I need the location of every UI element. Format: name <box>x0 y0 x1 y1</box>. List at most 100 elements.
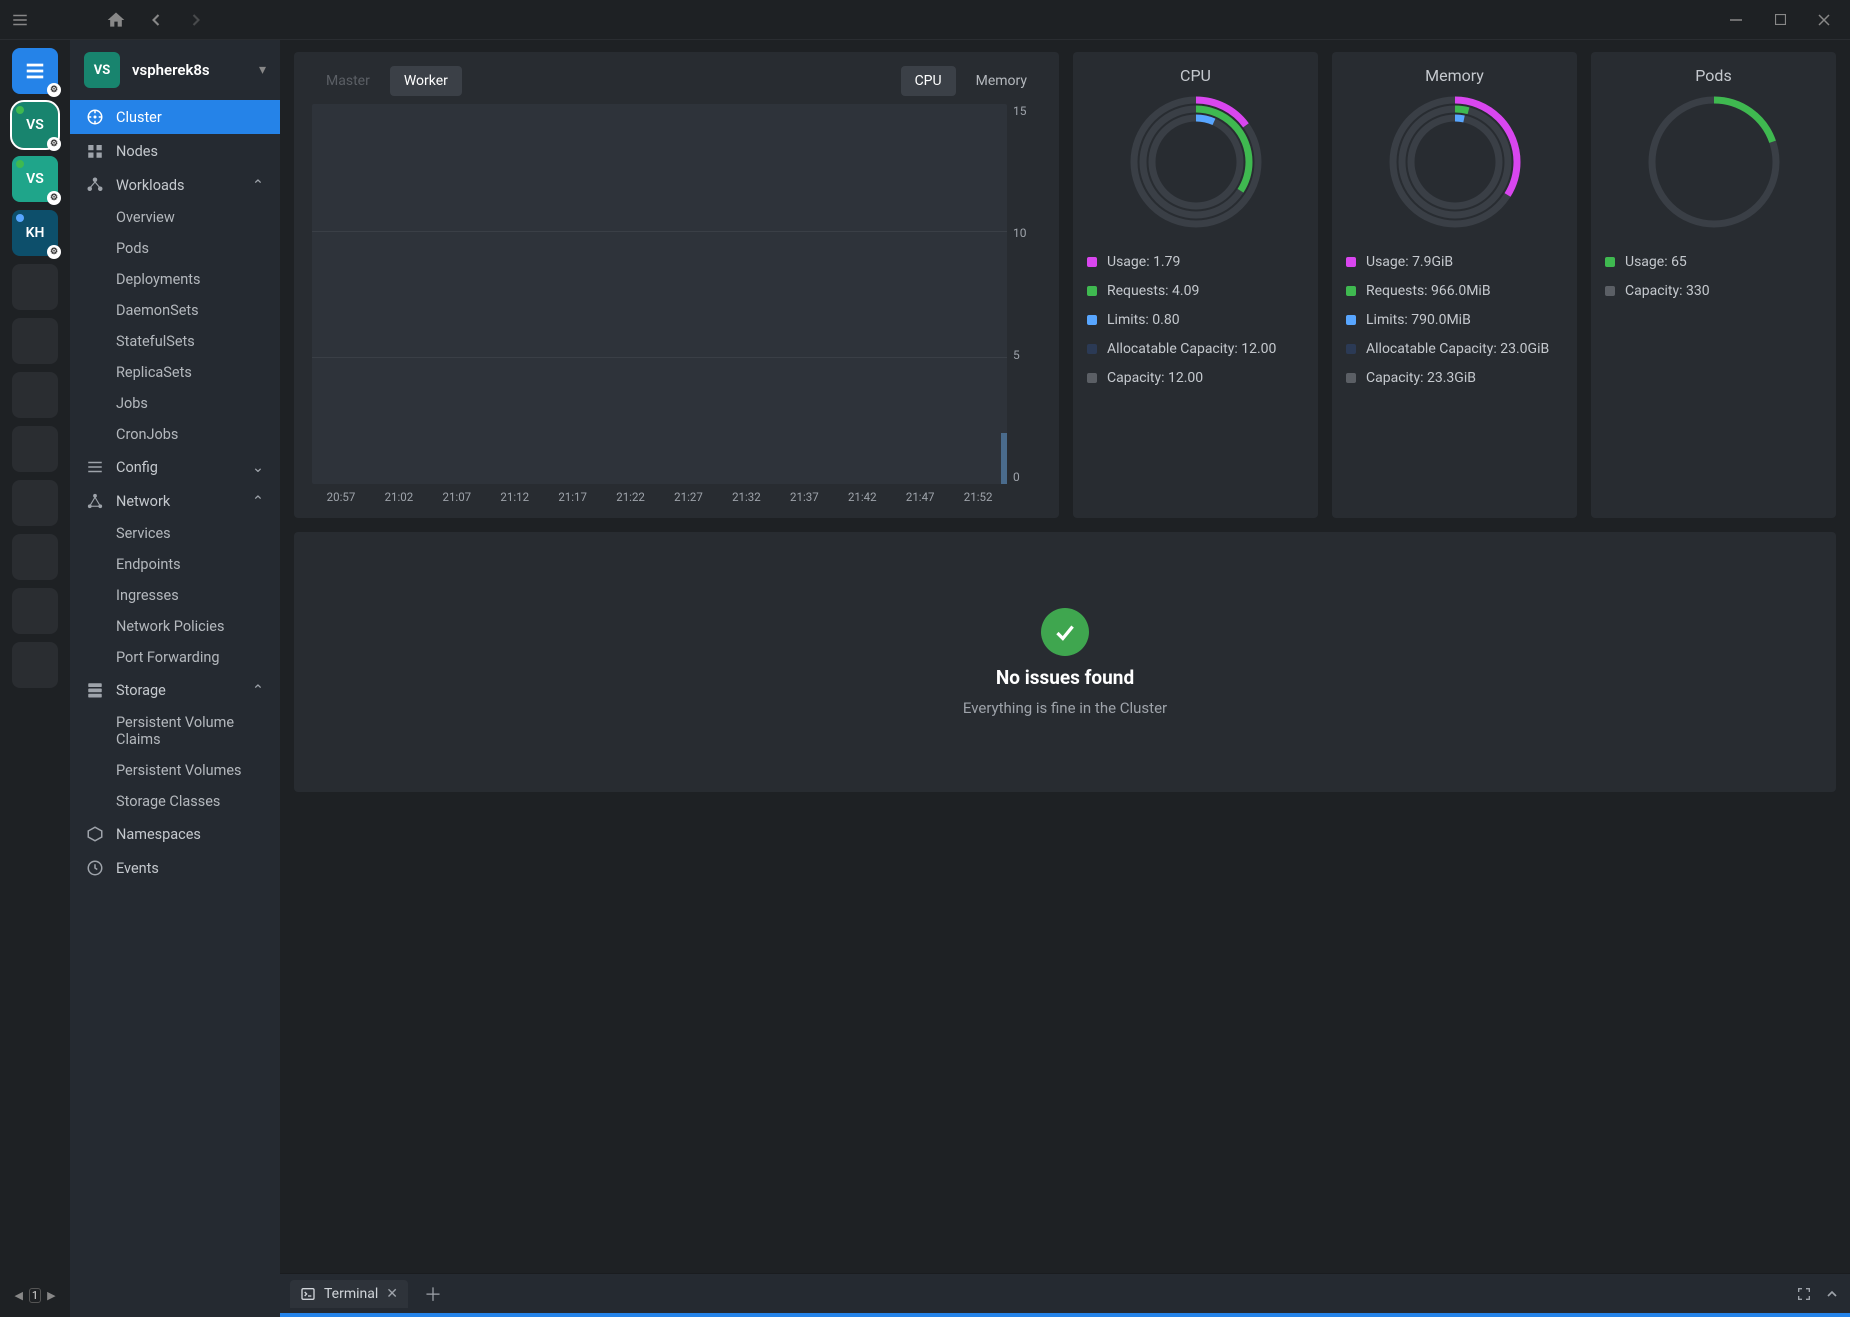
nav-nodes[interactable]: Nodes <box>70 134 280 168</box>
minimize-button[interactable] <box>1718 6 1754 34</box>
nav-events[interactable]: Events <box>70 851 280 885</box>
nav-label: Cluster <box>116 109 162 126</box>
pager-prev[interactable]: ◀ <box>12 1289 24 1302</box>
memory-donut <box>1346 95 1563 229</box>
nav-cluster[interactable]: Cluster <box>70 100 280 134</box>
fullscreen-icon[interactable] <box>1796 1286 1812 1302</box>
chevron-up-icon: ⌃ <box>252 177 264 194</box>
nav-workloads-replicasets[interactable]: ReplicaSets <box>70 357 280 388</box>
tab-cpu[interactable]: CPU <box>901 66 956 96</box>
hotbar-empty-slot[interactable] <box>12 372 58 418</box>
status-dot <box>16 160 24 168</box>
config-icon <box>86 458 104 476</box>
nav-label: Network <box>116 493 170 510</box>
metric-title: Memory <box>1346 66 1563 85</box>
network-icon <box>86 492 104 510</box>
sidebar: VS vspherek8s ▾ Cluster Nodes Workloads … <box>70 40 280 1317</box>
helm-icon <box>86 108 104 126</box>
nav-label: Nodes <box>116 143 158 160</box>
hotbar: ⚙ VS ⚙ VS ⚙ KH ⚙ ◀ 1 ▶ <box>0 40 70 1317</box>
nav-label: Namespaces <box>116 826 201 843</box>
hotbar-empty-slot[interactable] <box>12 534 58 580</box>
maximize-button[interactable] <box>1762 6 1798 34</box>
close-icon[interactable]: ✕ <box>386 1286 398 1302</box>
add-tab-button[interactable]: ＋ <box>418 1281 448 1307</box>
nav-workloads-cronjobs[interactable]: CronJobs <box>70 419 280 450</box>
back-icon[interactable] <box>144 8 168 32</box>
namespaces-icon <box>86 825 104 843</box>
pager-next[interactable]: ▶ <box>45 1289 57 1302</box>
gear-icon: ⚙ <box>47 191 61 205</box>
metric-title: CPU <box>1087 66 1304 85</box>
chevron-up-icon[interactable] <box>1824 1286 1840 1302</box>
nav-storage-pv[interactable]: Persistent Volumes <box>70 755 280 786</box>
issues-panel: No issues found Everything is fine in th… <box>294 532 1836 792</box>
hotbar-empty-slot[interactable] <box>12 318 58 364</box>
events-icon <box>86 859 104 877</box>
cpu-panel: CPU Usage: 1.79Requests: 4.09Limits: 0.8… <box>1073 52 1318 518</box>
tab-master[interactable]: Master <box>312 66 384 96</box>
close-button[interactable] <box>1806 6 1842 34</box>
gear-icon: ⚙ <box>47 137 61 151</box>
hotbar-empty-slot[interactable] <box>12 480 58 526</box>
home-icon[interactable] <box>104 8 128 32</box>
issues-subtitle: Everything is fine in the Cluster <box>963 699 1167 717</box>
nav-network-services[interactable]: Services <box>70 518 280 549</box>
nav-network[interactable]: Network ⌃ <box>70 484 280 518</box>
tab-memory[interactable]: Memory <box>962 66 1041 96</box>
nodes-icon <box>86 142 104 160</box>
hotbar-pager: ◀ 1 ▶ <box>12 1288 57 1309</box>
hotbar-empty-slot[interactable] <box>12 642 58 688</box>
nav-workloads-daemonsets[interactable]: DaemonSets <box>70 295 280 326</box>
chevron-up-icon: ⌃ <box>252 682 264 699</box>
chevron-down-icon: ▾ <box>259 62 266 78</box>
status-dot <box>16 106 24 114</box>
hotbar-empty-slot[interactable] <box>12 426 58 472</box>
hotbar-label: VS <box>26 171 44 187</box>
hotbar-cluster-vs[interactable]: VS ⚙ <box>12 102 58 148</box>
hotbar-empty-slot[interactable] <box>12 588 58 634</box>
pods-donut <box>1605 95 1822 229</box>
tab-worker[interactable]: Worker <box>390 66 462 96</box>
nav-network-policies[interactable]: Network Policies <box>70 611 280 642</box>
nav-config[interactable]: Config ⌄ <box>70 450 280 484</box>
nav-network-ingresses[interactable]: Ingresses <box>70 580 280 611</box>
hotbar-empty-slot[interactable] <box>12 264 58 310</box>
cpu-legend: Usage: 1.79Requests: 4.09Limits: 0.80All… <box>1087 253 1304 387</box>
chart-yaxis: 151050 <box>1007 104 1041 484</box>
metric-title: Pods <box>1605 66 1822 85</box>
check-icon <box>1041 608 1089 656</box>
nav-storage-pvc[interactable]: Persistent Volume Claims <box>70 707 280 755</box>
forward-icon[interactable] <box>184 8 208 32</box>
issues-title: No issues found <box>996 666 1134 689</box>
gear-icon: ⚙ <box>47 83 61 97</box>
nav-storage[interactable]: Storage ⌃ <box>70 673 280 707</box>
nav-network-endpoints[interactable]: Endpoints <box>70 549 280 580</box>
terminal-dock: Terminal ✕ ＋ <box>280 1273 1850 1313</box>
terminal-tab[interactable]: Terminal ✕ <box>290 1280 408 1308</box>
nav-network-portforward[interactable]: Port Forwarding <box>70 642 280 673</box>
nav-namespaces[interactable]: Namespaces <box>70 817 280 851</box>
cluster-name: vspherek8s <box>132 61 210 79</box>
nav-workloads-jobs[interactable]: Jobs <box>70 388 280 419</box>
hotbar-catalog[interactable]: ⚙ <box>12 48 58 94</box>
nav-workloads[interactable]: Workloads ⌃ <box>70 168 280 202</box>
hotbar-label: VS <box>26 117 44 133</box>
nav-workloads-statefulsets[interactable]: StatefulSets <box>70 326 280 357</box>
bottom-accent-bar <box>280 1313 1850 1317</box>
menu-icon[interactable] <box>8 8 32 32</box>
nav-workloads-pods[interactable]: Pods <box>70 233 280 264</box>
nav-label: Config <box>116 459 158 476</box>
nav-storage-classes[interactable]: Storage Classes <box>70 786 280 817</box>
titlebar <box>0 0 1850 40</box>
cluster-selector[interactable]: VS vspherek8s ▾ <box>70 40 280 100</box>
nav-label: Storage <box>116 682 166 699</box>
chevron-down-icon: ⌄ <box>252 459 264 476</box>
hotbar-cluster-kh[interactable]: KH ⚙ <box>12 210 58 256</box>
main-content: Master Worker CPU Memory 151050 20:5721:… <box>280 40 1850 1317</box>
nav-workloads-deployments[interactable]: Deployments <box>70 264 280 295</box>
memory-legend: Usage: 7.9GiBRequests: 966.0MiBLimits: 7… <box>1346 253 1563 387</box>
hotbar-cluster-vs2[interactable]: VS ⚙ <box>12 156 58 202</box>
chart-plot <box>312 104 1007 484</box>
nav-workloads-overview[interactable]: Overview <box>70 202 280 233</box>
